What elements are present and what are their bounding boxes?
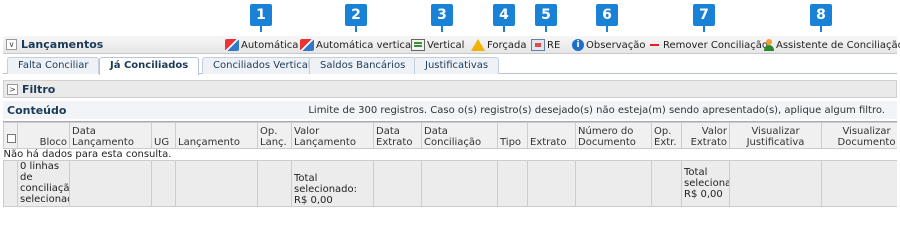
vertical-icon <box>411 39 425 51</box>
automatica-vertical-label: Automática vertical <box>316 39 414 51</box>
remover-conciliacao-button[interactable]: Remover Conciliação <box>650 36 768 54</box>
forcada-button[interactable]: Forçada <box>471 36 527 54</box>
assistente-conciliacao-label: Assistente de Conciliação <box>776 39 900 51</box>
totals-row: 0 linhas de conciliação selecionadas Tot… <box>3 160 897 207</box>
tab-justificativas[interactable]: Justificativas <box>414 57 500 74</box>
callout-markers: 1 2 3 4 5 6 7 8 <box>0 0 900 34</box>
re-label: RE <box>547 39 561 51</box>
callout-marker-6: 6 <box>596 4 618 32</box>
column-header[interactable]: Data Conciliação <box>421 122 498 149</box>
filter-bar[interactable]: > Filtro <box>3 80 897 98</box>
column-header[interactable]: Visualizar Justificativa <box>729 122 822 149</box>
automatica-label: Automática <box>241 39 299 51</box>
re-button[interactable]: RE <box>531 36 560 54</box>
totals-cell <box>373 160 422 207</box>
column-header[interactable]: UG <box>151 122 176 149</box>
callout-marker-8: 8 <box>810 4 832 32</box>
observacao-button[interactable]: i Observação <box>572 36 645 54</box>
totals-cell <box>151 160 176 207</box>
select-all-header[interactable] <box>3 122 18 149</box>
expand-chevron-icon[interactable]: > <box>7 83 18 95</box>
column-header[interactable]: Bloco <box>17 122 70 149</box>
totals-cell <box>527 160 576 207</box>
results-grid: Bloco Data Lançamento UG Lançamento Op. … <box>3 121 897 211</box>
totals-cell <box>651 160 682 207</box>
vertical-label: Vertical <box>427 39 465 51</box>
section-title: Lançamentos <box>21 38 104 51</box>
automatica-button[interactable]: Automática <box>225 36 298 54</box>
collapse-chevron-icon[interactable]: ∨ <box>6 39 17 50</box>
callout-marker-3: 3 <box>431 4 453 32</box>
column-header[interactable]: Op. Extr. <box>651 122 682 149</box>
callout-marker-7: 7 <box>693 4 715 32</box>
observacao-label: Observação <box>586 39 646 51</box>
assistente-conciliacao-button[interactable]: Assistente de Conciliação <box>764 36 900 54</box>
totals-cell <box>3 160 18 207</box>
totals-cell <box>257 160 292 207</box>
column-header[interactable]: Op. Lanç. <box>257 122 292 149</box>
remover-conciliacao-label: Remover Conciliação <box>663 39 769 51</box>
limit-notice: Limite de 300 registros. Caso o(s) regis… <box>308 104 885 116</box>
tab-falta-conciliar[interactable]: Falta Conciliar <box>7 57 100 74</box>
minus-icon <box>650 44 659 46</box>
column-header[interactable]: Data Extrato <box>373 122 422 149</box>
selected-lines-count: 0 linhas de conciliação selecionadas <box>17 160 70 207</box>
totals-cell <box>175 160 258 207</box>
column-header[interactable]: Valor Extrato <box>681 122 730 149</box>
tab-saldos-bancarios[interactable]: Saldos Bancários <box>309 57 417 74</box>
empty-message: Não há dados para esta consulta. <box>3 148 897 161</box>
user-icon <box>764 39 774 51</box>
filter-label: Filtro <box>22 82 56 96</box>
re-icon <box>531 39 545 51</box>
select-all-checkbox[interactable] <box>7 134 16 143</box>
empty-row: Não há dados para esta consulta. <box>3 148 897 161</box>
total-extrato: Total selecionado: R$ 0,00 <box>681 160 730 207</box>
auto-reconcile-icon <box>225 39 239 51</box>
totals-cell <box>497 160 528 207</box>
callout-marker-1: 1 <box>250 4 272 32</box>
auto-vertical-icon <box>300 39 314 51</box>
info-icon: i <box>572 39 584 51</box>
column-header[interactable]: Lançamento <box>175 122 258 149</box>
tab-ja-conciliados[interactable]: Já Conciliados <box>99 57 200 75</box>
table-header-row: Bloco Data Lançamento UG Lançamento Op. … <box>3 122 897 149</box>
tab-bar: Falta Conciliar Já Conciliados Conciliad… <box>3 56 897 75</box>
vertical-button[interactable]: Vertical <box>411 36 464 54</box>
tab-conciliados-vertical[interactable]: Conciliados Vertical <box>202 57 322 74</box>
automatica-vertical-button[interactable]: Automática vertical <box>300 36 414 54</box>
totals-cell <box>729 160 822 207</box>
totals-cell <box>421 160 498 207</box>
callout-marker-2: 2 <box>345 4 367 32</box>
warning-icon <box>471 39 485 51</box>
lancamentos-header: ∨ Lançamentos Automática Automática vert… <box>3 36 900 54</box>
totals-cell <box>575 160 652 207</box>
callout-marker-4: 4 <box>493 4 515 32</box>
column-header[interactable]: Data Lançamento <box>69 122 152 149</box>
forcada-label: Forçada <box>487 39 527 51</box>
totals-cell <box>69 160 152 207</box>
total-lancamento: Total selecionado: R$ 0,00 <box>291 160 374 207</box>
column-header[interactable]: Visualizar Documento <box>821 122 897 149</box>
totals-cell <box>821 160 897 207</box>
content-title: Conteúdo <box>7 103 67 117</box>
content-header: Conteúdo Limite de 300 registros. Caso o… <box>3 101 897 119</box>
callout-marker-5: 5 <box>535 4 557 32</box>
column-header[interactable]: Extrato <box>527 122 576 149</box>
column-header[interactable]: Tipo <box>497 122 528 149</box>
column-header[interactable]: Número do Documento <box>575 122 652 149</box>
column-header[interactable]: Valor Lançamento <box>291 122 374 149</box>
